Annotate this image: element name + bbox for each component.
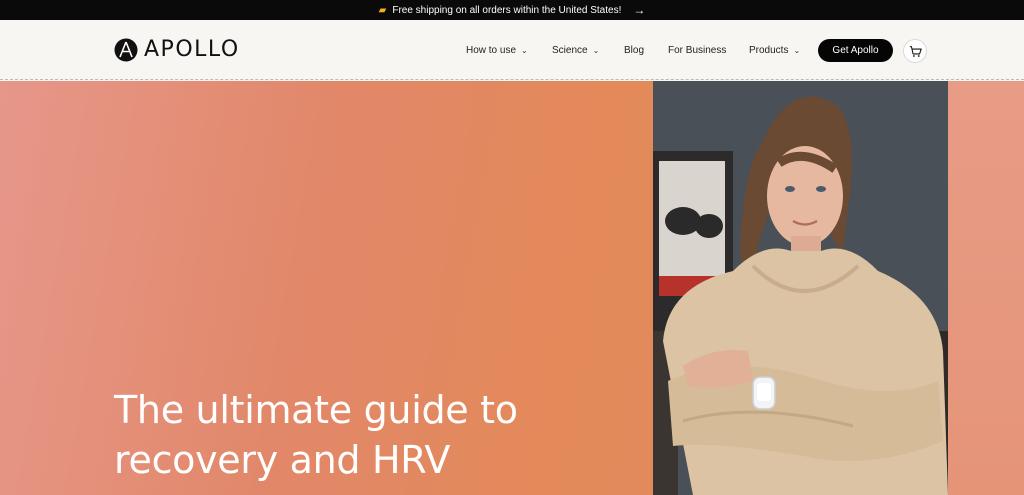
- hero-image: [653, 81, 948, 495]
- get-apollo-button[interactable]: Get Apollo: [818, 39, 893, 62]
- site-header: APOLLO How to use ⌄ Science ⌄ Blog For B…: [0, 20, 1024, 80]
- nav-item-for-business[interactable]: For Business: [668, 45, 726, 56]
- nav-item-label: Blog: [624, 44, 645, 56]
- hero-section: The ultimate guide to recovery and HRV: [0, 81, 1024, 495]
- apollo-logo-icon: [114, 38, 138, 61]
- brand-logo[interactable]: APOLLO: [114, 37, 240, 62]
- nav-item-products[interactable]: Products ⌄: [749, 45, 800, 56]
- hero-title: The ultimate guide to recovery and HRV: [114, 388, 518, 482]
- nav-item-label: Products: [749, 44, 789, 56]
- chevron-down-icon: ⌄: [793, 45, 801, 55]
- nav-item-blog[interactable]: Blog: [624, 45, 644, 56]
- nav-item-label: How to use: [466, 44, 517, 56]
- nav-item-science[interactable]: Science ⌄: [552, 45, 599, 56]
- nav-item-how-to-use[interactable]: How to use ⌄: [466, 45, 528, 56]
- nav-item-label: Science: [552, 44, 588, 56]
- announcement-bar[interactable]: ▰ Free shipping on all orders within the…: [0, 0, 1024, 20]
- truck-icon: ▰: [378, 4, 387, 16]
- chevron-down-icon: ⌄: [521, 45, 528, 55]
- chevron-down-icon: ⌄: [592, 45, 600, 55]
- cart-button[interactable]: [903, 39, 927, 63]
- hero-right-strip: [948, 81, 1024, 495]
- hero-photo-illustration: [653, 81, 948, 495]
- brand-name: APOLLO: [144, 37, 240, 62]
- announcement-text[interactable]: Free shipping on all orders within the U…: [392, 5, 621, 16]
- nav-item-label: For Business: [668, 44, 727, 56]
- cart-icon: [909, 45, 922, 57]
- arrow-right-icon[interactable]: →: [633, 3, 645, 17]
